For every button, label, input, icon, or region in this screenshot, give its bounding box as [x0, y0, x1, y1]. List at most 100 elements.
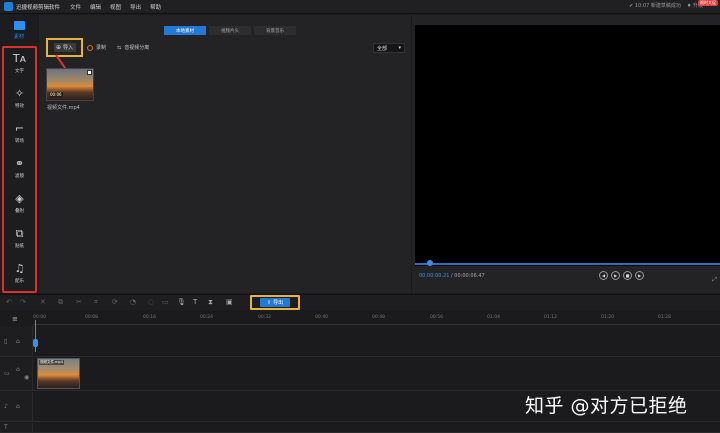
menu-export[interactable]: 导出 [130, 3, 141, 11]
playhead-handle[interactable] [33, 339, 38, 347]
timeline-ruler[interactable]: 00:00 00:08 00:16 00:24 00:32 00:40 00:4… [33, 311, 720, 325]
thumb-checkbox[interactable] [87, 70, 92, 75]
media-thumbnail[interactable]: 00:06 [46, 68, 94, 101]
clip-name: 视频文件.mp4 [39, 360, 64, 365]
sidebar-item-media[interactable]: 素材 [6, 17, 32, 45]
prev-frame-icon[interactable]: ◀ [599, 271, 608, 280]
media-tabs: 本地素材 视频片头 背景音乐 [164, 26, 296, 35]
transition-icon: ⌐ [14, 122, 25, 135]
tab-video-intro[interactable]: 视频片头 [209, 26, 251, 35]
preview-panel: 00:00:00.21 / 00:00:06.47 ◀ ▶ ■ ▶ ⤢ [412, 15, 720, 293]
thumb-filename: 视频文件.mp4 [47, 105, 80, 111]
mic-icon[interactable]: 🎙 [177, 298, 186, 306]
tab-bgm[interactable]: 背景音乐 [254, 26, 296, 35]
sticker-icon: ⧉ [15, 227, 24, 240]
delete-icon[interactable]: ✕ [40, 298, 46, 306]
record-icon [87, 44, 93, 51]
lock-icon[interactable]: ⌂ [16, 338, 20, 345]
text-tool-icon[interactable]: T [193, 298, 197, 306]
track-header: ▭ ⌂ ◉ [0, 358, 33, 390]
track-overlay: ▯ ⌂ [0, 326, 720, 357]
folder-icon [13, 21, 25, 30]
music-icon: ♫ [14, 262, 25, 275]
ruler-tick: 00:16 [143, 315, 156, 320]
next-frame-icon[interactable]: ▶ [635, 271, 644, 280]
freeze-icon[interactable]: ▭ [162, 298, 169, 306]
save-status: ✔ 10:07 新建草稿成功 [629, 3, 681, 9]
promo-badge: 限时大促 [698, 0, 718, 6]
edit-toolbar: ↶ ↷ ✕ ⧉ ✂ ⌗ ⟳ ◔ ◌ ▭ 🎙 T ⧗ ▣ ⇪ 导出 [0, 294, 720, 310]
track-header: T [0, 423, 33, 432]
audio-track-icon: ♪ [4, 403, 8, 410]
sidebar-item-effects[interactable]: ✧ 特效 [4, 87, 35, 115]
import-label: 导入 [63, 45, 74, 51]
sidebar-item-filter[interactable]: ⚭ 滤镜 [4, 157, 35, 185]
split-icon: ⇆ [117, 44, 122, 51]
cut-icon[interactable]: ✂ [76, 298, 82, 306]
lock-icon[interactable]: ⌂ [16, 366, 20, 373]
play-icon[interactable]: ▶ [611, 271, 620, 280]
media-panel: 本地素材 视频片头 背景音乐 ⊕ 导入 录制 ⇆ 音视频分离 全部 ▾ 00:0… [39, 15, 411, 293]
screen-icon[interactable]: ▣ [226, 298, 233, 306]
sidebar-item-transition[interactable]: ⌐ 转场 [4, 122, 35, 150]
sidebar-item-label: 素材 [13, 34, 24, 40]
export-icon: ⇪ [266, 299, 272, 306]
ruler-tick: 00:32 [258, 315, 271, 320]
mosaic-icon[interactable]: ⧗ [208, 298, 213, 307]
speed-icon[interactable]: ◔ [130, 298, 136, 306]
app-window: 迅捷视频剪辑软件 文件 编辑 视图 导出 帮助 ✔ 10:07 新建草稿成功 ♦… [0, 0, 720, 433]
record-button[interactable]: 录制 [87, 44, 106, 51]
fullscreen-icon[interactable]: ⤢ [712, 276, 717, 284]
volume-icon[interactable]: ◌ [148, 298, 154, 306]
split-audio-button[interactable]: ⇆ 音视频分离 [117, 44, 149, 52]
sidebar-item-sticker[interactable]: ⧉ 贴纸 [4, 227, 35, 255]
import-button[interactable]: ⊕ 导入 [46, 38, 83, 57]
sidebar-tools: Tᴀ 文字 ✧ 特效 ⌐ 转场 ⚭ 滤镜 ◈ 叠附 ⧉ 贴纸 ♫ 配乐 [2, 46, 37, 293]
preview-progress-track[interactable] [415, 263, 720, 265]
watermark: 知乎 @对方已拒绝 [525, 395, 688, 417]
track-menu-icon[interactable]: ≡ [12, 315, 18, 323]
track-header: ♪ ⌂ [0, 392, 33, 421]
media-filter-select[interactable]: 全部 ▾ [373, 43, 405, 53]
export-button[interactable]: ⇪ 导出 [260, 298, 290, 307]
sidebar: 素材 Tᴀ 文字 ✧ 特效 ⌐ 转场 ⚭ 滤镜 ◈ 叠附 ⧉ 贴纸 ♫ 配乐 [0, 15, 38, 293]
menu-help[interactable]: 帮助 [150, 3, 161, 11]
track-text: T [0, 423, 720, 433]
copy-icon[interactable]: ⧉ [58, 298, 63, 307]
stop-icon[interactable]: ■ [623, 271, 632, 280]
sidebar-item-text[interactable]: Tᴀ 文字 [4, 52, 35, 80]
crop-icon[interactable]: ⌗ [94, 298, 98, 307]
title-bar: 迅捷视频剪辑软件 文件 编辑 视图 导出 帮助 ✔ 10:07 新建草稿成功 ♦… [0, 0, 720, 14]
ruler-tick: 00:40 [315, 315, 328, 320]
tab-local-media[interactable]: 本地素材 [164, 26, 206, 35]
app-logo-icon [4, 2, 13, 11]
undo-icon[interactable]: ↶ [6, 298, 12, 306]
filter-icon: ⚭ [14, 157, 25, 170]
playhead[interactable] [35, 320, 36, 352]
layers-icon: ◈ [15, 192, 24, 205]
app-title: 迅捷视频剪辑软件 [16, 4, 61, 11]
track-header: ▯ ⌂ [0, 326, 33, 356]
ruler-tick: 01:28 [658, 315, 671, 320]
timeline: ≡ 00:00 00:08 00:16 00:24 00:32 00:40 00… [0, 311, 720, 433]
menu-view[interactable]: 视图 [110, 3, 121, 11]
text-track-icon: T [4, 424, 8, 431]
menu-file[interactable]: 文件 [70, 3, 81, 11]
chevron-down-icon: ▾ [398, 45, 401, 51]
sidebar-item-music[interactable]: ♫ 配乐 [4, 262, 35, 290]
ruler-tick: 00:08 [85, 315, 98, 320]
ruler-tick: 01:20 [601, 315, 614, 320]
video-track-icon: ▭ [4, 370, 10, 377]
import-icon: ⊕ [55, 44, 61, 51]
ruler-tick: 00:24 [200, 315, 213, 320]
rotate-icon[interactable]: ⟳ [112, 298, 118, 306]
menu-edit[interactable]: 编辑 [90, 3, 101, 11]
sidebar-item-overlay[interactable]: ◈ 叠附 [4, 192, 35, 220]
preview-timecode: 00:00:00.21 / 00:00:06.47 [419, 273, 485, 279]
redo-icon[interactable]: ↷ [20, 298, 26, 306]
eye-icon[interactable]: ◉ [24, 374, 29, 381]
preview-progress-knob[interactable] [427, 260, 433, 266]
lock-icon[interactable]: ⌂ [16, 403, 20, 410]
ruler-tick: 01:12 [544, 315, 557, 320]
video-clip[interactable]: 视频文件.mp4 [37, 358, 80, 389]
